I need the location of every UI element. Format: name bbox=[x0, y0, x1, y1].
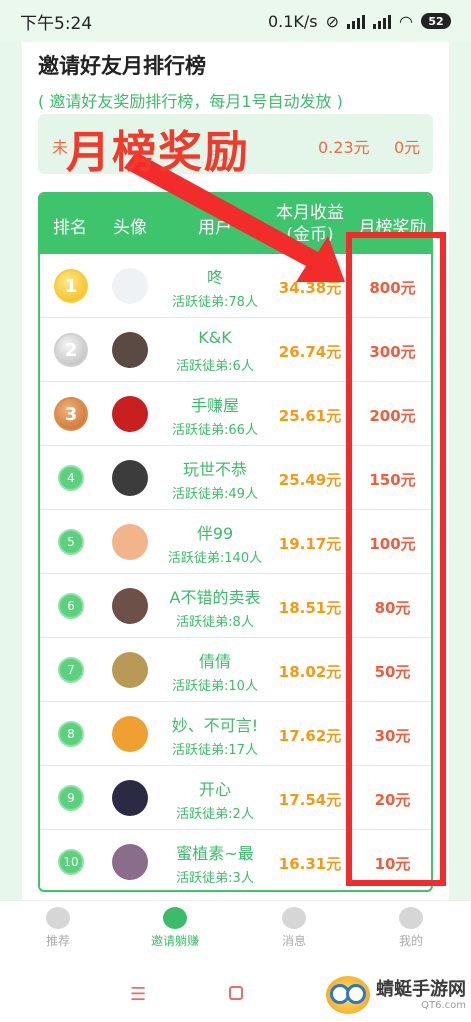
col-rank: 排名 bbox=[53, 218, 87, 238]
user-name: A不错的卖表 bbox=[169, 588, 261, 607]
avatar[interactable] bbox=[112, 396, 148, 432]
rank-badge: 1 bbox=[54, 269, 88, 303]
rank-badge: 4 bbox=[58, 465, 84, 491]
monthly-income: 18.02元 bbox=[278, 663, 342, 681]
status-bar: 下午5:24 0.1K/s ⊘ ◠ 52 bbox=[0, 0, 471, 42]
monthly-income: 34.38元 bbox=[278, 279, 342, 297]
monthly-income: 19.17元 bbox=[278, 535, 342, 553]
monthly-income: 17.54元 bbox=[278, 791, 342, 809]
watermark: 蜻蜓手游网 QT6.com bbox=[326, 976, 466, 1014]
active-count: 活跃徒弟:17人 bbox=[172, 743, 258, 758]
money-bag-icon bbox=[163, 907, 187, 929]
nav-item-invite[interactable]: 邀请躺赚 bbox=[135, 907, 215, 949]
rank-badge: 10 bbox=[58, 849, 84, 875]
monthly-income: 25.49元 bbox=[278, 471, 342, 489]
avatar[interactable] bbox=[112, 652, 148, 688]
nav-label: 消息 bbox=[281, 934, 306, 948]
user-name: 倩倩 bbox=[198, 652, 231, 671]
signal-icon bbox=[347, 13, 366, 29]
profile-icon bbox=[399, 907, 423, 929]
message-icon bbox=[282, 907, 306, 929]
rank-badge: 3 bbox=[54, 397, 88, 431]
watermark-text: 蜻蜓手游网 QT6.com bbox=[376, 978, 466, 1011]
col-income: 本月收益 (金币) bbox=[276, 203, 344, 245]
rank-badge: 8 bbox=[58, 721, 84, 747]
page-title: 邀请好友月排行榜 bbox=[38, 54, 206, 78]
signal-2-icon bbox=[373, 13, 392, 29]
monthly-income: 25.61元 bbox=[278, 407, 342, 425]
bottom-nav: 推荐 邀请躺赚 消息 我的 bbox=[0, 900, 471, 964]
monthly-income: 18.51元 bbox=[278, 599, 342, 617]
home-icon[interactable] bbox=[229, 986, 243, 1000]
my-reward: 0元 bbox=[394, 138, 421, 157]
status-icons: 0.1K/s ⊘ ◠ 52 bbox=[268, 12, 451, 31]
nav-label: 推荐 bbox=[45, 934, 70, 948]
nav-label: 邀请躺赚 bbox=[150, 934, 199, 948]
rank-badge: 7 bbox=[58, 657, 84, 683]
rank-badge: 5 bbox=[58, 529, 84, 555]
avatar[interactable] bbox=[112, 780, 148, 816]
page-subtitle: ( 邀请好友奖励排行榜，每月1号自动发放 ) bbox=[38, 92, 343, 111]
monthly-income: 17.62元 bbox=[278, 727, 342, 745]
avatar[interactable] bbox=[112, 460, 148, 496]
nav-label: 我的 bbox=[398, 934, 423, 948]
active-count: 活跃徒弟:8人 bbox=[176, 615, 254, 630]
user-name: 妙、不可言! bbox=[171, 716, 259, 735]
nav-item-profile[interactable]: 我的 bbox=[371, 907, 451, 949]
avatar[interactable] bbox=[112, 268, 148, 304]
col-avatar: 头像 bbox=[113, 218, 147, 238]
watermark-name: 蜻蜓手游网 bbox=[376, 978, 466, 1000]
avatar[interactable] bbox=[112, 332, 148, 368]
recommend-icon bbox=[46, 907, 70, 929]
avatar[interactable] bbox=[112, 844, 148, 880]
active-count: 活跃徒弟:66人 bbox=[172, 423, 258, 438]
active-count: 活跃徒弟:10人 bbox=[172, 679, 258, 694]
dragonfly-logo-icon bbox=[326, 976, 370, 1014]
wifi-icon: ◠ bbox=[399, 11, 413, 31]
user-name: 玩世不恭 bbox=[182, 460, 247, 479]
user-name: 开心 bbox=[198, 780, 231, 799]
annotation-title: 月榜奖励 bbox=[66, 127, 250, 178]
monthly-income: 26.74元 bbox=[278, 343, 342, 361]
user-name: 蜜植素~最 bbox=[176, 844, 254, 863]
user-name: 手赚屋 bbox=[190, 396, 239, 415]
col-user: 用户 bbox=[198, 218, 232, 238]
rank-badge: 6 bbox=[58, 593, 84, 619]
user-name: K&K bbox=[198, 328, 232, 347]
battery-icon: 52 bbox=[421, 13, 451, 29]
monthly-income: 16.31元 bbox=[278, 855, 342, 873]
active-count: 活跃徒弟:140人 bbox=[167, 551, 263, 566]
annotation-highlight-box bbox=[346, 232, 446, 886]
rank-badge: 9 bbox=[58, 785, 84, 811]
status-time: 下午5:24 bbox=[20, 13, 93, 34]
net-speed: 0.1K/s bbox=[267, 11, 318, 31]
active-count: 活跃徒弟:2人 bbox=[176, 807, 254, 822]
menu-icon[interactable]: ☰ bbox=[130, 984, 146, 1005]
nav-item-recommend[interactable]: 推荐 bbox=[18, 907, 98, 949]
rank-badge: 2 bbox=[54, 333, 88, 367]
user-name: 咚 bbox=[206, 268, 223, 287]
avatar[interactable] bbox=[112, 524, 148, 560]
my-income: 0.23元 bbox=[318, 138, 370, 157]
mute-icon: ⊘ bbox=[325, 11, 340, 31]
user-name: 伴99 bbox=[196, 524, 234, 543]
active-count: 活跃徒弟:6人 bbox=[176, 359, 254, 374]
active-count: 活跃徒弟:3人 bbox=[176, 871, 254, 886]
avatar[interactable] bbox=[112, 588, 148, 624]
active-count: 活跃徒弟:78人 bbox=[172, 295, 258, 310]
avatar[interactable] bbox=[112, 716, 148, 752]
active-count: 活跃徒弟:49人 bbox=[172, 487, 258, 502]
nav-item-messages[interactable]: 消息 bbox=[254, 907, 334, 949]
watermark-url: QT6.com bbox=[421, 999, 466, 1011]
